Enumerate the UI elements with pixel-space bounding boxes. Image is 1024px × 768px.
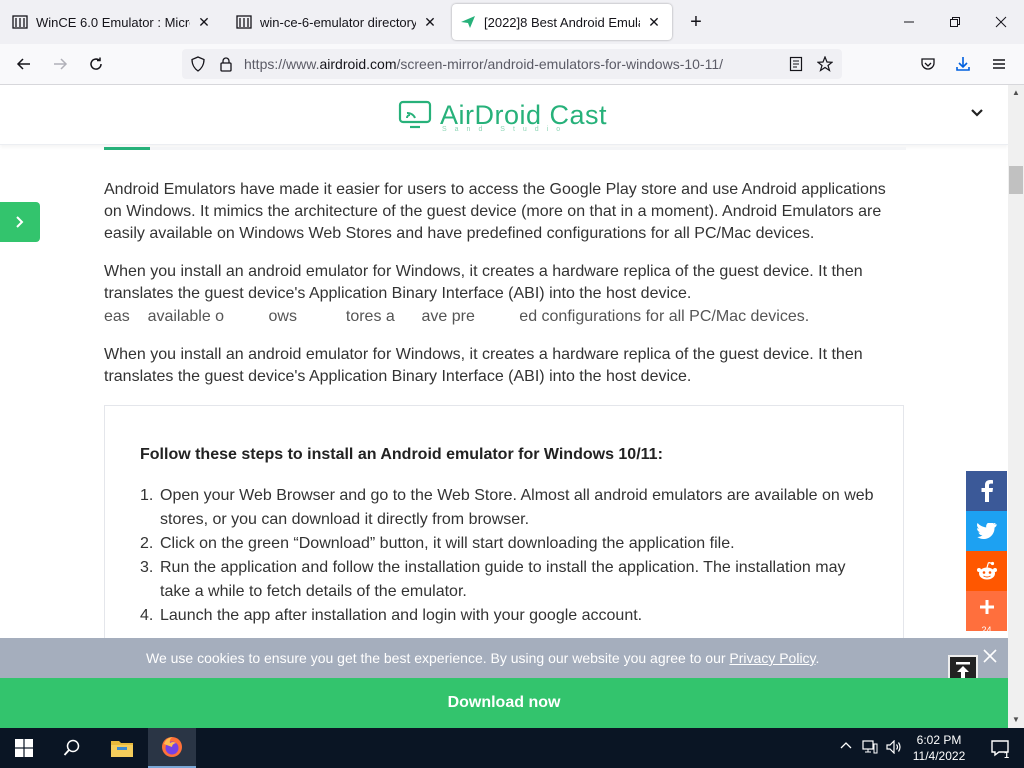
url-prefix: https://www. <box>244 56 320 72</box>
scroll-up-arrow-icon[interactable]: ▲ <box>1008 85 1024 99</box>
firefox-icon <box>162 737 182 757</box>
chevron-up-icon[interactable] <box>840 740 852 755</box>
privacy-policy-link[interactable]: Privacy Policy <box>729 650 815 666</box>
minimize-button[interactable] <box>886 0 932 44</box>
download-now-button[interactable]: Download now <box>0 678 1008 728</box>
tab-title: WinCE 6.0 Emulator : Microsoft <box>36 14 190 30</box>
new-tab-button[interactable]: + <box>682 8 710 36</box>
cast-icon <box>398 100 432 129</box>
back-button[interactable] <box>9 50 39 78</box>
chevron-down-icon[interactable] <box>970 105 984 121</box>
search-button[interactable] <box>48 728 96 768</box>
tab-directory-list[interactable]: win-ce-6-emulator directory list ✕ <box>228 4 448 40</box>
cookie-tail: . <box>815 650 820 666</box>
step-number: 1. <box>140 487 154 504</box>
ghost-text-line: eas available o ows tores a ave pre ed c… <box>104 308 810 325</box>
tab-wince-emulator[interactable]: WinCE 6.0 Emulator : Microsoft ✕ <box>4 4 222 40</box>
site-header: AirDroid Cast Sand Studio <box>0 85 1008 145</box>
search-icon <box>63 739 80 756</box>
scroll-down-arrow-icon[interactable]: ▼ <box>1008 712 1024 726</box>
cookie-close-icon[interactable] <box>980 647 1000 667</box>
logo-text: AirDroid Cast <box>440 100 608 130</box>
step-text: Click on the green “Download” button, it… <box>160 535 735 552</box>
lock-icon[interactable] <box>216 54 236 74</box>
cookie-banner: We use cookies to ensure you get the bes… <box>0 638 1008 678</box>
tab-title: win-ce-6-emulator directory list <box>260 14 416 30</box>
section-accent-bar <box>104 147 150 150</box>
reddit-share-button[interactable] <box>966 551 1007 591</box>
shield-icon[interactable] <box>188 54 208 74</box>
start-button[interactable] <box>0 728 48 768</box>
step-number: 2. <box>140 535 154 552</box>
chevron-right-icon <box>16 216 24 228</box>
download-label: Download now <box>447 694 561 711</box>
archive-icon <box>236 14 252 30</box>
cookie-text: We use cookies to ensure you get the bes… <box>146 650 819 666</box>
navigation-toolbar: https://www.airdroid.com/screen-mirror/a… <box>0 44 1024 85</box>
archive-icon <box>12 14 28 30</box>
url-text[interactable]: https://www.airdroid.com/screen-mirror/a… <box>244 56 723 72</box>
volume-icon[interactable] <box>886 739 902 757</box>
page-viewport: AirDroid Cast Sand Studio Android Emulat… <box>0 85 1008 728</box>
step-text: Launch the app after installation and lo… <box>160 607 643 624</box>
address-bar[interactable]: https://www.airdroid.com/screen-mirror/a… <box>182 49 842 79</box>
list-item: 4. Launch the app after installation and … <box>140 604 880 628</box>
cookie-message: We use cookies to ensure you get the bes… <box>146 650 730 666</box>
arrow-up-icon <box>956 662 970 678</box>
list-item: 3. Run the application and follow the ins… <box>140 556 880 604</box>
file-explorer-button[interactable] <box>98 728 146 768</box>
forward-button[interactable] <box>45 50 75 78</box>
close-icon[interactable]: ✕ <box>644 12 664 32</box>
downloads-icon[interactable] <box>948 50 978 78</box>
restore-button[interactable] <box>932 0 978 44</box>
network-icon[interactable] <box>862 740 878 757</box>
share-count: 24 <box>981 625 992 635</box>
url-host: airdroid.com <box>319 56 397 72</box>
airdroid-icon <box>460 14 476 30</box>
system-clock[interactable]: 6:02 PM 11/4/2022 <box>908 732 970 764</box>
facebook-share-button[interactable] <box>966 471 1007 511</box>
article-paragraph: When you install an android emulator for… <box>104 346 863 385</box>
list-item: 2. Click on the green “Download” button, … <box>140 532 880 556</box>
tab-android-emulators[interactable]: [2022]8 Best Android Emulators ✕ <box>452 4 672 40</box>
sidebar-toggle-button[interactable] <box>0 202 40 242</box>
tab-strip: WinCE 6.0 Emulator : Microsoft ✕ win-ce-… <box>0 0 1024 44</box>
airdroid-cast-logo[interactable]: AirDroid Cast Sand Studio <box>398 95 607 135</box>
notification-count: 1 <box>1004 750 1010 760</box>
folder-icon <box>111 741 133 757</box>
article-paragraph: When you install an android emulator for… <box>104 263 863 302</box>
logo-subtitle: Sand Studio <box>442 126 569 133</box>
article-paragraph: Android Emulators have made it easier fo… <box>104 181 886 242</box>
tab-title: [2022]8 Best Android Emulators <box>484 14 640 30</box>
bookmark-star-icon[interactable] <box>815 54 835 74</box>
clock-time: 6:02 PM <box>916 733 962 747</box>
step-number: 3. <box>140 559 154 576</box>
windows-taskbar: 6:02 PM 11/4/2022 1 <box>0 728 1024 768</box>
step-text: Open your Web Browser and go to the Web … <box>160 487 874 528</box>
divider <box>150 147 906 150</box>
menu-icon[interactable] <box>984 50 1014 78</box>
pocket-icon[interactable] <box>913 50 943 78</box>
step-number: 4. <box>140 607 154 624</box>
list-item: 1. Open your Web Browser and go to the We… <box>140 484 880 532</box>
twitter-icon <box>976 523 997 539</box>
scroll-thumb[interactable] <box>1009 166 1023 194</box>
notification-center-button[interactable]: 1 <box>976 728 1024 768</box>
steps-heading: Follow these steps to install an Android… <box>140 446 663 463</box>
facebook-icon <box>981 480 993 502</box>
twitter-share-button[interactable] <box>966 511 1007 551</box>
steps-list: 1. Open your Web Browser and go to the We… <box>140 484 880 628</box>
firefox-taskbar-button[interactable] <box>148 728 196 768</box>
reddit-icon <box>976 561 997 580</box>
plus-icon <box>979 600 994 614</box>
close-window-button[interactable] <box>978 0 1024 44</box>
clock-date: 11/4/2022 <box>912 749 966 763</box>
step-text: Run the application and follow the insta… <box>160 559 846 600</box>
reload-button[interactable] <box>81 50 111 78</box>
url-path: /screen-mirror/android-emulators-for-win… <box>396 56 724 72</box>
close-icon[interactable]: ✕ <box>194 12 214 32</box>
windows-logo-icon <box>15 739 33 757</box>
close-icon[interactable]: ✕ <box>420 12 440 32</box>
reader-view-icon[interactable] <box>786 54 806 74</box>
